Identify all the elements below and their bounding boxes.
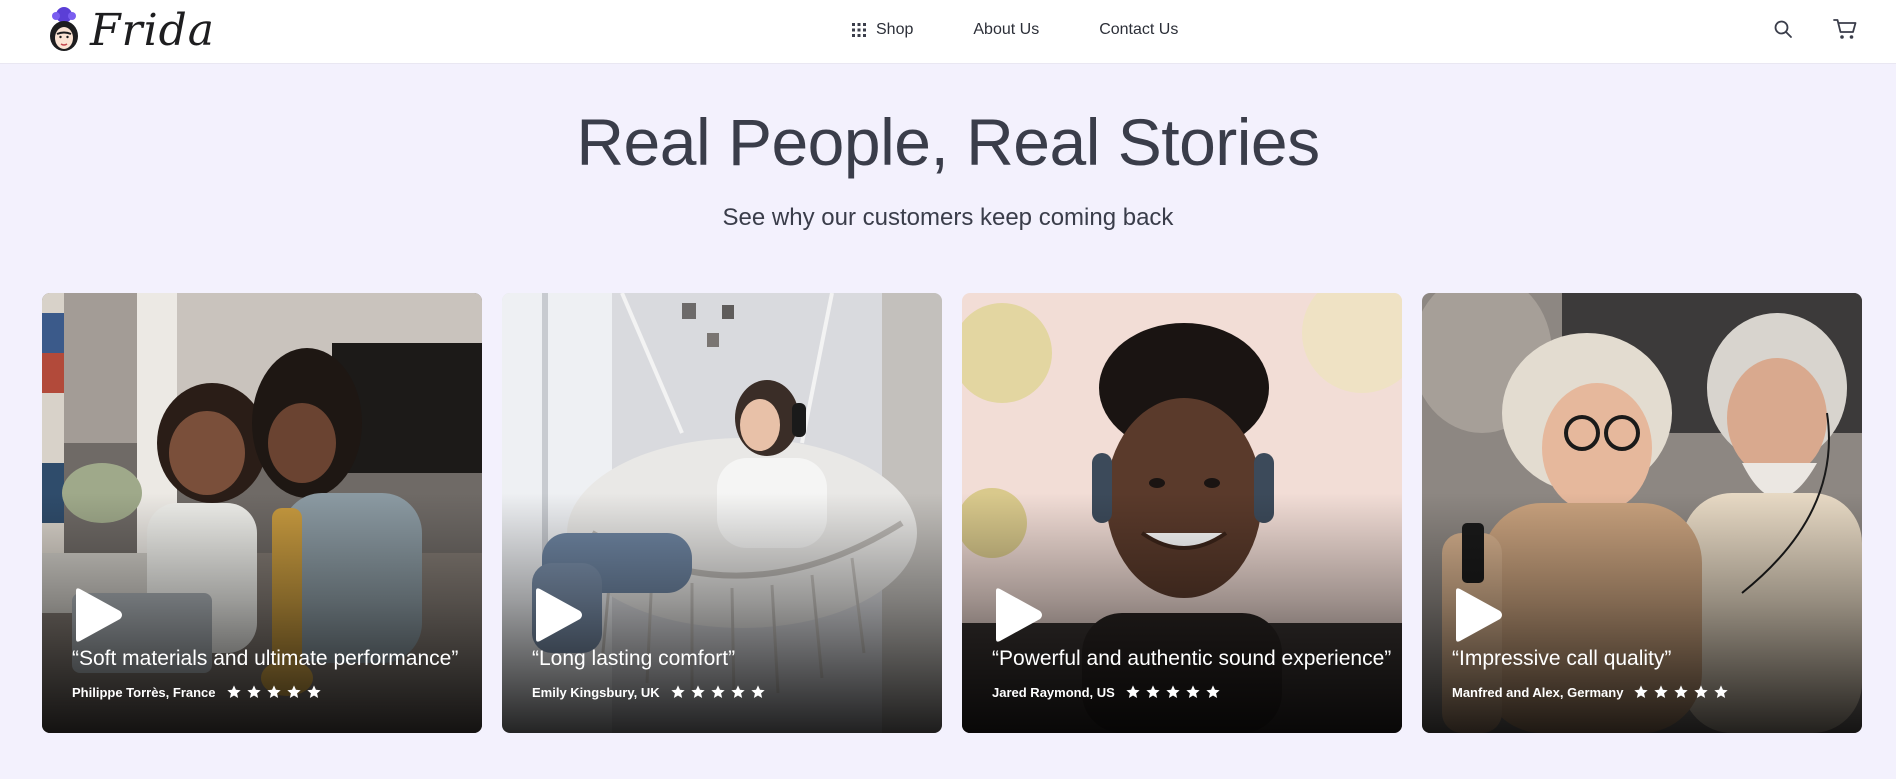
star-icon (730, 685, 745, 698)
reviewer-name: Emily Kingsbury, UK (532, 684, 660, 700)
nav-shop-label: Shop (876, 21, 914, 38)
testimonial-quote: “Soft materials and ultimate performance… (72, 647, 459, 670)
testimonials-hero: Real People, Real Stories See why our cu… (0, 64, 1896, 232)
star-icon (306, 685, 321, 698)
page-subtitle: See why our customers keep coming back (722, 204, 1174, 231)
star-icon (1126, 685, 1140, 698)
star-icon (246, 685, 261, 698)
brand-logo[interactable]: Frida (44, 4, 215, 56)
reviewer-name: Jared Raymond, US (992, 684, 1115, 700)
frida-portrait-icon (50, 7, 78, 51)
testimonial-card[interactable]: “Soft materials and ultimate performance… (42, 293, 482, 733)
star-icon (690, 685, 705, 698)
page-title: Real People, Real Stories (576, 105, 1320, 179)
brand-name: Frida (90, 4, 216, 56)
testimonial-meta: Philippe Torrès, France (72, 684, 322, 700)
testimonial-card[interactable]: “Powerful and authentic sound experience… (962, 293, 1402, 733)
star-icon (1186, 685, 1200, 698)
star-icon (1674, 685, 1689, 698)
star-icon (226, 685, 241, 698)
star-rating (1633, 684, 1729, 700)
star-rating (1125, 684, 1221, 700)
testimonial-quote: “Long lasting comfort” (532, 647, 736, 670)
nav-contact-us[interactable]: Contact Us (1099, 21, 1178, 39)
star-icon (1206, 685, 1220, 698)
main-nav: Shop About Us Contact Us (852, 0, 1178, 60)
testimonial-quote: “Impressive call quality” (1452, 647, 1672, 670)
star-icon (1634, 685, 1649, 698)
star-rating (670, 684, 766, 700)
star-rating (226, 684, 322, 700)
header-actions (1770, 16, 1858, 42)
star-icon (1146, 685, 1160, 698)
nav-shop[interactable]: Shop (852, 21, 913, 39)
site-header: Frida Shop About Us Contact Us (0, 0, 1896, 64)
testimonial-cards: “Soft materials and ultimate performance… (42, 293, 1862, 733)
play-icon[interactable] (70, 587, 126, 643)
cart-button[interactable] (1832, 16, 1858, 42)
search-button[interactable] (1770, 16, 1796, 42)
grid-icon (852, 23, 866, 37)
testimonial-card[interactable]: “Impressive call quality” Manfred and Al… (1422, 293, 1862, 733)
star-icon (286, 685, 301, 698)
star-icon (1654, 685, 1669, 698)
play-icon[interactable] (530, 587, 586, 643)
play-icon[interactable] (1450, 587, 1506, 643)
testimonial-quote: “Powerful and authentic sound experience… (992, 647, 1392, 670)
star-icon (266, 685, 281, 698)
star-icon (670, 685, 685, 698)
cart-icon (1833, 19, 1857, 39)
star-icon (1166, 685, 1180, 698)
star-icon (710, 685, 725, 698)
testimonial-meta: Emily Kingsbury, UK (532, 684, 766, 700)
play-icon[interactable] (990, 587, 1046, 643)
search-icon (1774, 20, 1792, 38)
star-icon (1694, 685, 1709, 698)
reviewer-name: Philippe Torrès, France (72, 684, 216, 700)
testimonial-card[interactable]: “Long lasting comfort” Emily Kingsbury, … (502, 293, 942, 733)
star-icon (750, 685, 765, 698)
nav-about-us[interactable]: About Us (973, 21, 1039, 39)
testimonial-meta: Manfred and Alex, Germany (1452, 684, 1729, 700)
star-icon (1714, 685, 1729, 698)
testimonial-meta: Jared Raymond, US (992, 684, 1221, 700)
reviewer-name: Manfred and Alex, Germany (1452, 684, 1624, 700)
